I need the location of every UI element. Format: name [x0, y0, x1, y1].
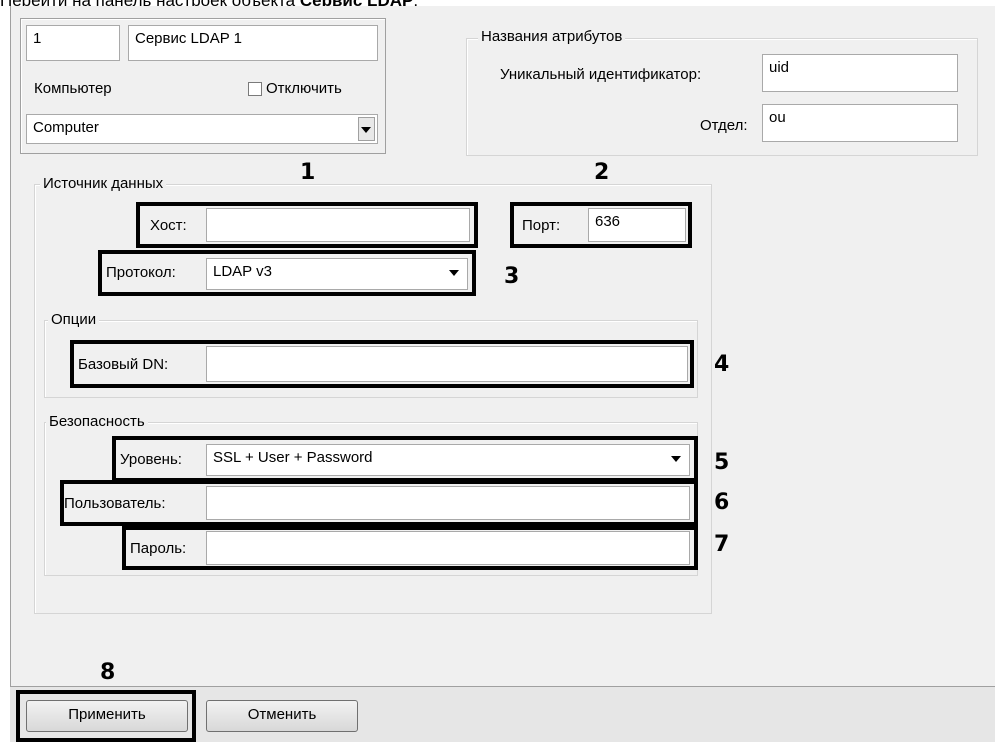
- checkbox-icon[interactable]: [248, 82, 262, 96]
- chevron-down-icon: [671, 456, 681, 462]
- port-input[interactable]: 636: [588, 208, 686, 242]
- callout-8: 8: [100, 660, 116, 685]
- computer-select-value: Computer: [33, 119, 99, 136]
- computer-select[interactable]: Computer: [26, 114, 378, 144]
- options-legend: Опции: [48, 311, 100, 328]
- chevron-down-icon[interactable]: [358, 117, 375, 141]
- security-legend: Безопасность: [46, 413, 148, 430]
- computer-label: Компьютер: [34, 80, 112, 97]
- chevron-down-icon: [449, 270, 459, 276]
- protocol-select[interactable]: LDAP v3: [206, 258, 468, 290]
- user-label: Пользователь:: [64, 495, 166, 512]
- object-name-field[interactable]: Сервис LDAP 1: [128, 25, 378, 61]
- protocol-select-value: LDAP v3: [213, 263, 272, 280]
- password-label: Пароль:: [130, 540, 187, 557]
- host-input[interactable]: [206, 208, 470, 242]
- attributes-legend: Названия атрибутов: [478, 28, 626, 45]
- apply-button[interactable]: Применить: [26, 700, 188, 732]
- source-legend: Источник данных: [40, 175, 167, 192]
- callout-6: 6: [714, 490, 730, 515]
- dept-label: Отдел:: [700, 117, 748, 134]
- disable-checkbox-label[interactable]: Отключить: [266, 80, 342, 97]
- callout-5: 5: [714, 450, 730, 475]
- callout-3: 3: [504, 264, 520, 289]
- password-input[interactable]: [206, 531, 690, 565]
- level-label: Уровень:: [120, 451, 182, 468]
- uid-input[interactable]: uid: [762, 54, 958, 92]
- level-select[interactable]: SSL + User + Password: [206, 444, 690, 476]
- object-id-field[interactable]: 1: [26, 25, 120, 61]
- basedn-label: Базовый DN:: [78, 356, 169, 373]
- level-select-value: SSL + User + Password: [213, 449, 373, 466]
- uid-label: Уникальный идентификатор:: [500, 66, 702, 83]
- cancel-button[interactable]: Отменить: [206, 700, 358, 732]
- callout-1: 1: [300, 160, 316, 185]
- user-input[interactable]: [206, 486, 690, 520]
- basedn-input[interactable]: [206, 346, 688, 382]
- dept-input[interactable]: ou: [762, 104, 958, 142]
- callout-2: 2: [594, 160, 610, 185]
- host-label: Хост:: [150, 217, 187, 234]
- port-label: Порт:: [522, 217, 561, 234]
- callout-7: 7: [714, 532, 730, 557]
- protocol-label: Протокол:: [106, 264, 176, 281]
- callout-4: 4: [714, 352, 730, 377]
